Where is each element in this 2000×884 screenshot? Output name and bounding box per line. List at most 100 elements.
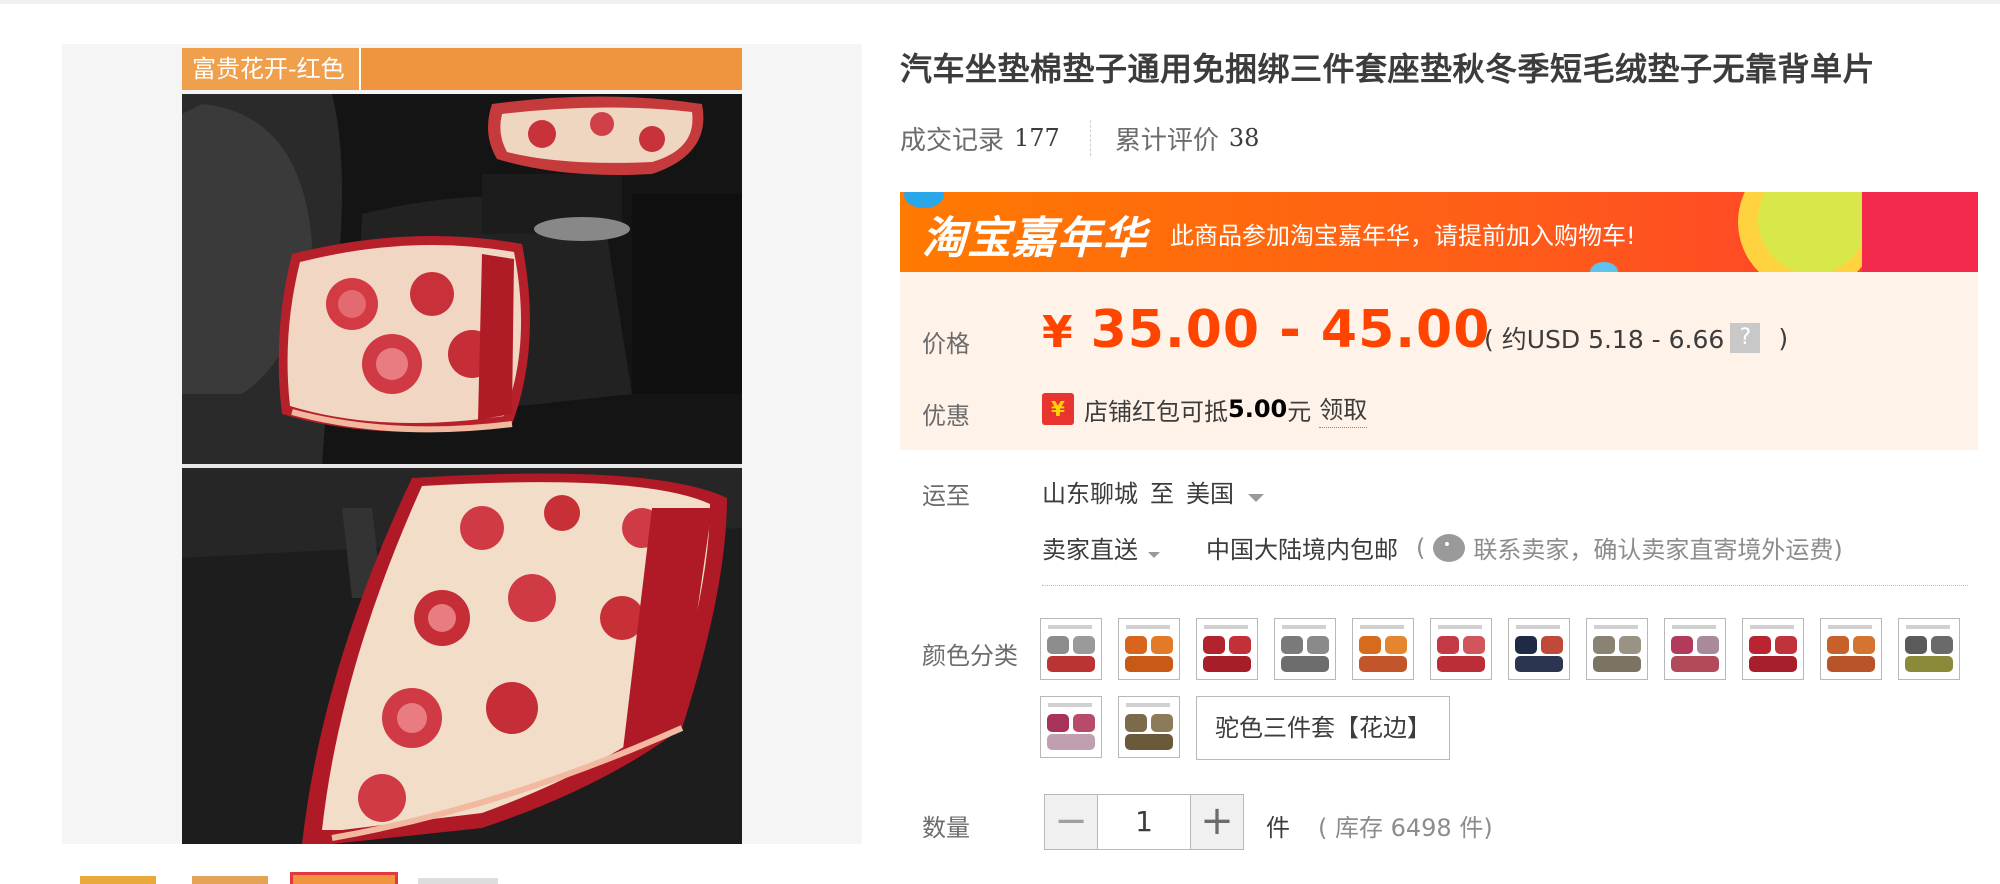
thumbnail-4[interactable] <box>418 878 498 884</box>
front-seats-photo <box>182 94 742 466</box>
swatch-pad <box>1827 636 1849 654</box>
color-option-camel-set[interactable]: 驼色三件套【花边】 <box>1196 696 1450 760</box>
quantity-label: 数量 <box>922 814 970 842</box>
swatch-thumbnail <box>1746 622 1800 676</box>
shipping-method-row: 卖家直送 中国大陆境内包邮 ( 联系卖家，确认卖家直寄境外运费) <box>1042 530 1843 565</box>
decrease-quantity-button[interactable]: − <box>1044 794 1098 850</box>
shipping-route: 山东聊城 至 美国 <box>1042 474 1264 509</box>
swatch-thumbnail <box>1122 622 1176 676</box>
swatch-thumbnail <box>1122 700 1176 754</box>
color-swatch-12[interactable] <box>1898 618 1960 680</box>
swatch-header <box>1048 703 1092 707</box>
top-border <box>0 0 2000 4</box>
stats-divider <box>1089 120 1091 156</box>
thumbnail-2[interactable] <box>192 876 268 884</box>
paren-open: ( <box>1416 533 1426 562</box>
quantity-unit: 件 <box>1266 814 1290 842</box>
carnival-message: 此商品参加淘宝嘉年华，请提前加入购物车! <box>1170 222 1636 250</box>
swatch-header <box>1672 625 1716 629</box>
shipping-method-select[interactable]: 卖家直送 <box>1042 530 1160 565</box>
swatch-pad <box>1463 636 1485 654</box>
carnival-promo-banner[interactable]: 淘宝嘉年华 此商品参加淘宝嘉年华，请提前加入购物车! <box>900 192 1978 272</box>
red-envelope-icon: ¥ <box>1042 393 1074 425</box>
color-swatch-7[interactable] <box>1508 618 1570 680</box>
product-title: 汽车坐垫棉垫子通用免捆绑三件套座垫秋冬季短毛绒垫子无靠背单片 <box>900 50 1876 88</box>
swatch-header <box>1126 625 1170 629</box>
product-stats: 成交记录 177 累计评价 38 <box>900 118 1259 158</box>
swatch-pad <box>1671 656 1719 672</box>
swatch-pad <box>1515 656 1563 672</box>
price-panel: 价格 ¥35.00 - 45.00 ( 约USD 5.18 - 6.66 ? )… <box>900 272 1978 450</box>
swatch-header <box>1204 625 1248 629</box>
color-swatch-14[interactable] <box>1118 696 1180 758</box>
quantity-stepper: − 1 + <box>1044 794 1244 850</box>
help-icon[interactable]: ? <box>1730 323 1761 353</box>
claim-coupon-link[interactable]: 领取 <box>1319 390 1368 428</box>
shipping-label: 运至 <box>922 482 970 510</box>
destination-value: 美国 <box>1186 480 1234 508</box>
swatch-header <box>1906 625 1950 629</box>
product-main-image[interactable]: 富贵花开-红色 <box>182 44 742 844</box>
destination-select[interactable]: 美国 <box>1186 474 1264 509</box>
ship-to-word: 至 <box>1150 480 1174 508</box>
image-banner-tag: 富贵花开-红色 <box>182 48 361 90</box>
color-swatch-2[interactable] <box>1118 618 1180 680</box>
swatch-pad <box>1073 636 1095 654</box>
swatch-pad <box>1125 734 1173 750</box>
swatch-pad <box>1437 636 1459 654</box>
swatch-pad <box>1359 636 1381 654</box>
swatch-pad <box>1047 734 1095 750</box>
section-divider <box>1042 585 1968 586</box>
swatch-pad <box>1125 714 1147 732</box>
banner-decoration <box>1862 192 1978 272</box>
swatch-pad <box>1203 656 1251 672</box>
reviews-count[interactable]: 38 <box>1229 124 1260 152</box>
swatch-pad <box>1359 656 1407 672</box>
increase-quantity-button[interactable]: + <box>1190 794 1244 850</box>
swatch-thumbnail <box>1044 700 1098 754</box>
swatch-header <box>1048 625 1092 629</box>
color-swatch-9[interactable] <box>1664 618 1726 680</box>
color-label: 颜色分类 <box>922 642 1018 670</box>
color-swatch-3[interactable] <box>1196 618 1258 680</box>
rear-seat-photo <box>182 468 742 844</box>
swatch-pad <box>1905 636 1927 654</box>
swatch-pad <box>1931 636 1953 654</box>
color-swatch-1[interactable] <box>1040 618 1102 680</box>
swatch-pad <box>1047 656 1095 672</box>
contact-seller-text: 联系卖家，确认卖家直寄境外运费) <box>1473 536 1843 564</box>
swatch-thumbnail <box>1824 622 1878 676</box>
thumbnail-3-selected[interactable] <box>290 872 398 884</box>
color-swatch-5[interactable] <box>1352 618 1414 680</box>
color-swatch-10[interactable] <box>1742 618 1804 680</box>
carnival-logo: 淘宝嘉年华 <box>922 213 1147 264</box>
swatch-thumbnail <box>1590 622 1644 676</box>
color-swatch-6[interactable] <box>1430 618 1492 680</box>
swatch-pad <box>1541 636 1563 654</box>
reviews-label[interactable]: 累计评价 <box>1115 120 1219 157</box>
stock-count: ( 库存 6498 件) <box>1318 814 1493 842</box>
price-range: ¥35.00 - 45.00 <box>1042 300 1490 360</box>
swatch-pad <box>1697 636 1719 654</box>
swatch-pad <box>1619 636 1641 654</box>
price-amount: 35.00 - 45.00 <box>1090 300 1491 360</box>
color-swatch-4[interactable] <box>1274 618 1336 680</box>
swatch-thumbnail <box>1200 622 1254 676</box>
deals-label[interactable]: 成交记录 <box>900 120 1004 157</box>
swatch-thumbnail <box>1044 622 1098 676</box>
swatch-pad <box>1593 656 1641 672</box>
swatch-pad <box>1307 636 1329 654</box>
domestic-free-shipping: 中国大陆境内包邮 <box>1206 536 1398 564</box>
quantity-input[interactable]: 1 <box>1098 794 1190 850</box>
swatch-pad <box>1827 656 1875 672</box>
swatch-pad <box>1047 714 1069 732</box>
swatch-pad <box>1671 636 1693 654</box>
thumbnail-1[interactable] <box>80 876 156 884</box>
contact-seller-link[interactable]: ( 联系卖家，确认卖家直寄境外运费) <box>1416 530 1843 565</box>
coupon-unit: 元 <box>1287 397 1312 426</box>
deals-count[interactable]: 177 <box>1014 124 1060 152</box>
color-swatch-11[interactable] <box>1820 618 1882 680</box>
swatch-pad <box>1073 714 1095 732</box>
color-swatch-8[interactable] <box>1586 618 1648 680</box>
color-swatch-13[interactable] <box>1040 696 1102 758</box>
